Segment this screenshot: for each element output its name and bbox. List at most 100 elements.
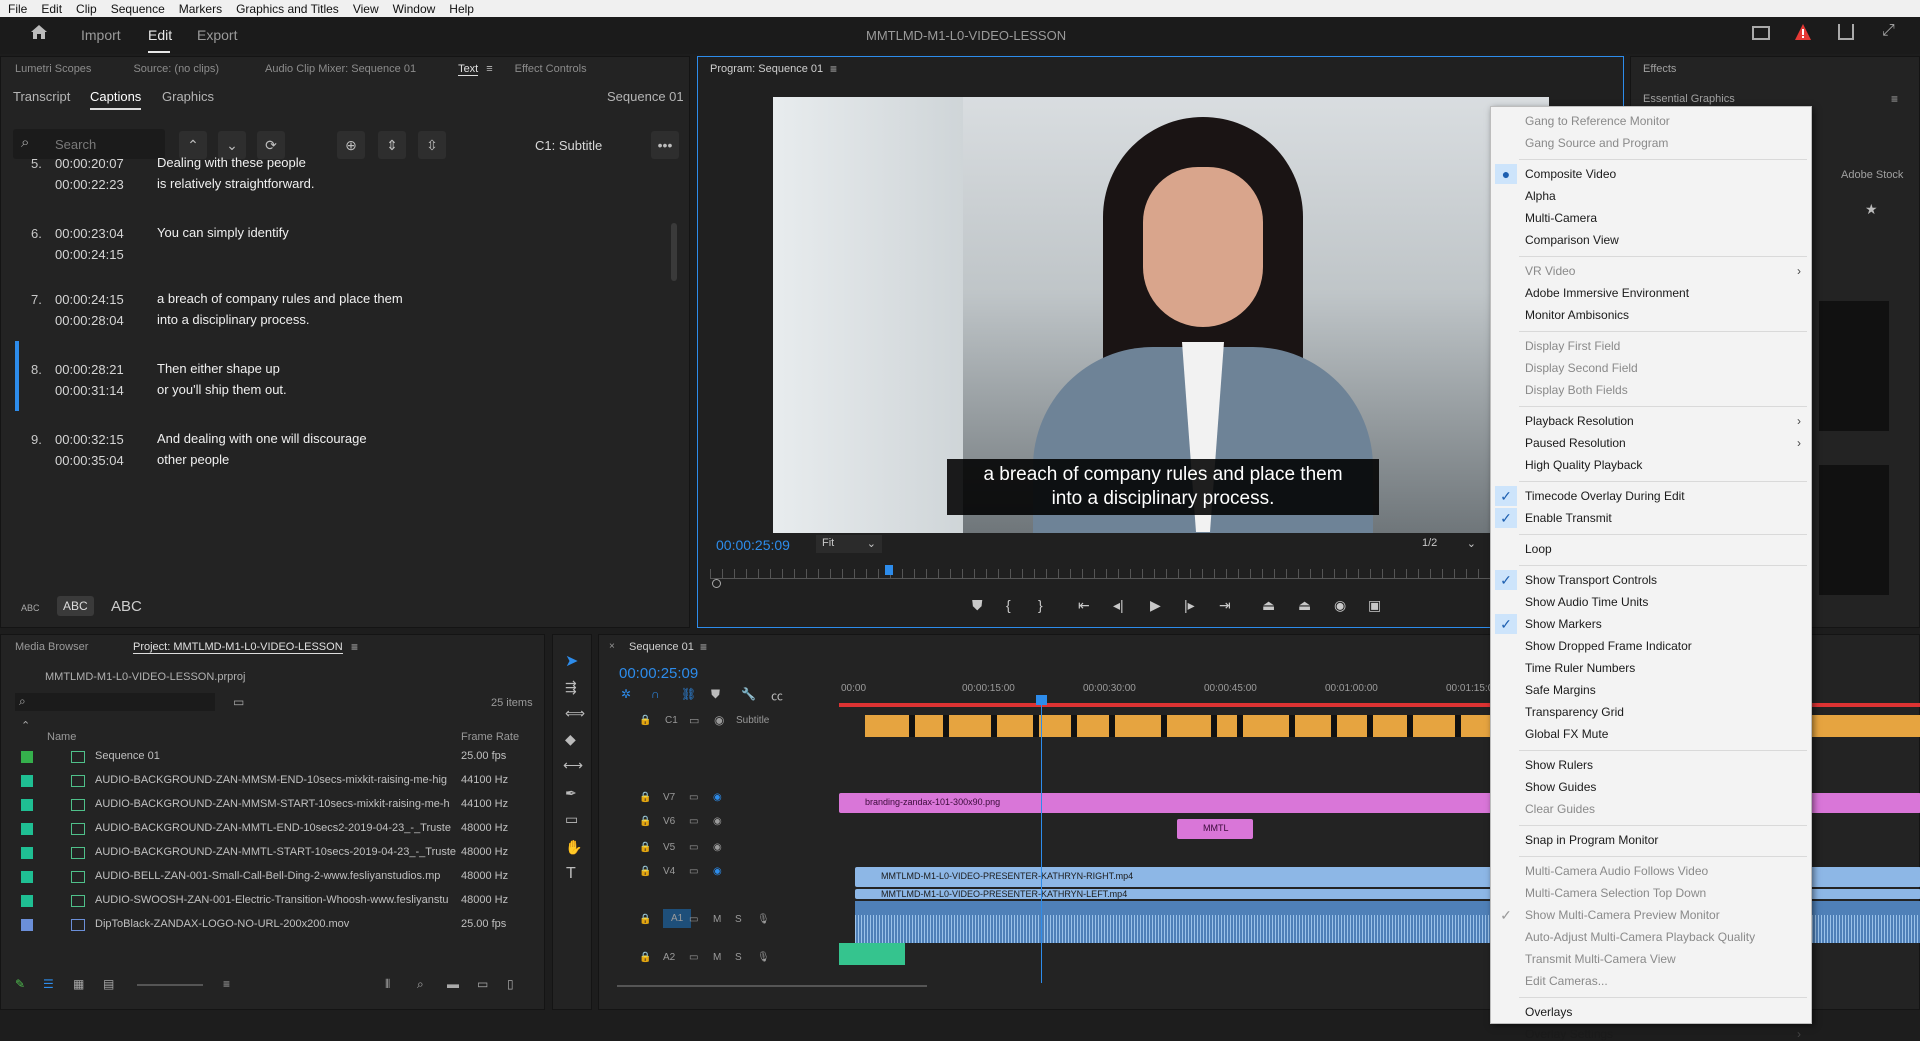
quick-export-icon[interactable]: [1752, 26, 1770, 40]
subtab-captions[interactable]: Captions: [90, 89, 142, 110]
toggle-sync-icon[interactable]: ▭: [689, 842, 698, 853]
toggle-sync-icon[interactable]: ▭: [689, 952, 698, 963]
menu-item-multi-camera[interactable]: Multi-Camera: [1525, 211, 1597, 225]
lock-icon[interactable]: 🔒: [639, 952, 651, 963]
mini-timeline-ruler[interactable]: [710, 569, 1610, 579]
microphone-icon[interactable]: 🎙: [757, 914, 770, 925]
tab-edit[interactable]: Edit: [148, 27, 172, 43]
step-back-icon[interactable]: ◂|: [1113, 597, 1124, 614]
find-icon[interactable]: ⌕: [417, 977, 424, 992]
new-bin-icon[interactable]: ▭: [233, 695, 244, 709]
eye-icon[interactable]: ◉: [713, 792, 722, 803]
menu-view[interactable]: View: [353, 2, 379, 16]
project-item-row[interactable]: AUDIO-SWOOSH-ZAN-001-Electric-Transition…: [13, 889, 533, 913]
mute-button[interactable]: M: [713, 952, 721, 963]
type-tool-icon[interactable]: T: [566, 865, 576, 883]
play-icon[interactable]: ▶: [1150, 597, 1161, 614]
track-select-tool-icon[interactable]: ⇶: [565, 679, 577, 696]
freeform-view-icon[interactable]: ▤: [103, 977, 114, 991]
caption-scrollbar[interactable]: [671, 223, 677, 281]
hamburger-icon[interactable]: ≡: [486, 63, 492, 75]
lock-icon[interactable]: 🔒: [639, 792, 651, 803]
menu-item-high-quality-playback[interactable]: High Quality Playback: [1525, 458, 1642, 472]
menu-edit[interactable]: Edit: [41, 2, 62, 16]
menu-clip[interactable]: Clip: [76, 2, 97, 16]
icon-view-icon[interactable]: ▦: [73, 977, 84, 991]
sort-icon[interactable]: ≡: [223, 977, 230, 991]
menu-window[interactable]: Window: [393, 2, 436, 16]
track-output-icon[interactable]: ▭: [689, 714, 699, 727]
subtab-graphics[interactable]: Graphics: [162, 89, 214, 104]
add-marker-icon[interactable]: ⛊: [972, 597, 983, 614]
caption-text[interactable]: a breach of company rules and place them…: [157, 288, 403, 330]
toggle-sync-icon[interactable]: ▭: [689, 792, 698, 803]
microphone-icon[interactable]: 🎙: [757, 952, 770, 963]
new-bin-bottom-icon[interactable]: ▬: [447, 977, 459, 991]
track-label[interactable]: V6: [663, 816, 675, 827]
menu-item-adobe-immersive-environment[interactable]: Adobe Immersive Environment: [1525, 286, 1689, 300]
tab-effects[interactable]: Effects: [1643, 63, 1676, 75]
video-frame[interactable]: a breach of company rules and place them…: [773, 97, 1549, 533]
zoom-handle[interactable]: [712, 579, 721, 588]
lock-icon[interactable]: 🔒: [639, 914, 651, 925]
track-label[interactable]: V7: [663, 792, 675, 803]
tab-effect-controls[interactable]: Effect Controls: [515, 63, 587, 75]
clip-mmtl[interactable]: MMTL: [1177, 819, 1253, 839]
tab-import[interactable]: Import: [81, 27, 121, 43]
menu-item-safe-margins[interactable]: Safe Margins: [1525, 683, 1596, 697]
automate-icon[interactable]: ⦀: [385, 977, 390, 992]
program-timecode[interactable]: 00:00:25:09: [716, 537, 790, 553]
lock-icon[interactable]: 🔒: [639, 816, 651, 827]
menu-item-transparency-grid[interactable]: Transparency Grid: [1525, 705, 1624, 719]
project-item-row[interactable]: AUDIO-BACKGROUND-ZAN-MMTL-END-10secs2-20…: [13, 817, 533, 841]
menu-sequence[interactable]: Sequence: [111, 2, 165, 16]
eye-icon[interactable]: ◉: [713, 842, 722, 853]
label-color-swatch[interactable]: [21, 847, 33, 859]
project-item-row[interactable]: AUDIO-BACKGROUND-ZAN-MMTL-START-10secs-2…: [13, 841, 533, 865]
close-icon[interactable]: ×: [609, 641, 615, 652]
extract-icon[interactable]: ⏏: [1298, 597, 1311, 614]
tab-export[interactable]: Export: [197, 27, 237, 43]
menu-item-time-ruler-numbers[interactable]: Time Ruler Numbers: [1525, 661, 1635, 675]
slip-tool-icon[interactable]: ⟷: [563, 757, 583, 774]
menu-item-monitor-ambisonics[interactable]: Monitor Ambisonics: [1525, 308, 1629, 322]
hamburger-icon[interactable]: ≡: [830, 62, 837, 76]
track-label[interactable]: A1: [663, 909, 692, 928]
playhead-line[interactable]: [1041, 703, 1042, 983]
playhead-handle[interactable]: [1036, 695, 1047, 705]
pen-tool-icon[interactable]: ✒: [565, 785, 577, 802]
project-item-row[interactable]: AUDIO-BACKGROUND-ZAN-MMSM-END-10secs-mix…: [13, 769, 533, 793]
caption-item[interactable]: 6. 00:00:23:04 00:00:24:15 You can simply i…: [1, 220, 691, 294]
go-to-in-icon[interactable]: ⇤: [1078, 597, 1090, 614]
menu-markers[interactable]: Markers: [179, 2, 222, 16]
caption-text[interactable]: Dealing with these people is relatively s…: [157, 152, 315, 194]
mark-in-icon[interactable]: {: [1006, 597, 1011, 613]
step-forward-icon[interactable]: |▸: [1184, 597, 1195, 614]
track-label[interactable]: A2: [663, 952, 675, 963]
wrench-icon[interactable]: 🔧: [741, 687, 756, 701]
solo-button[interactable]: S: [735, 952, 742, 963]
subtab-transcript[interactable]: Transcript: [13, 89, 70, 104]
menu-item-show-audio-time-units[interactable]: Show Audio Time Units: [1525, 595, 1648, 609]
solo-button[interactable]: S: [735, 914, 742, 925]
caption-item[interactable]: 5. 00:00:20:07 00:00:22:23 Dealing with the…: [1, 150, 691, 224]
tab-text[interactable]: Text: [458, 63, 479, 76]
list-view-icon[interactable]: ☰: [43, 977, 54, 991]
column-frame-rate[interactable]: Frame Rate: [461, 731, 519, 743]
tab-media-browser[interactable]: Media Browser: [15, 641, 88, 653]
menu-file[interactable]: File: [8, 2, 27, 16]
toggle-sync-icon[interactable]: ▭: [689, 914, 698, 925]
menu-item-timecode-overlay-during-edit[interactable]: Timecode Overlay During Edit: [1525, 489, 1685, 503]
new-item-icon[interactable]: ▭: [477, 977, 488, 991]
lock-icon[interactable]: 🔒: [639, 842, 651, 853]
menu-item-show-rulers[interactable]: Show Rulers: [1525, 758, 1593, 772]
share-icon[interactable]: [1838, 24, 1854, 40]
graphic-thumb-2[interactable]: [1819, 465, 1889, 595]
home-icon[interactable]: [30, 24, 48, 40]
caption-item[interactable]: 7. 00:00:24:15 00:00:28:04 a breach of comp…: [1, 286, 691, 360]
sort-chevron-icon[interactable]: ⌃: [21, 719, 30, 732]
menu-item-snap-in-program-monitor[interactable]: Snap in Program Monitor: [1525, 833, 1658, 847]
menu-item-show-guides[interactable]: Show Guides: [1525, 780, 1596, 794]
abc-medium[interactable]: ABC: [57, 596, 94, 616]
hamburger-icon[interactable]: ≡: [1891, 92, 1898, 106]
